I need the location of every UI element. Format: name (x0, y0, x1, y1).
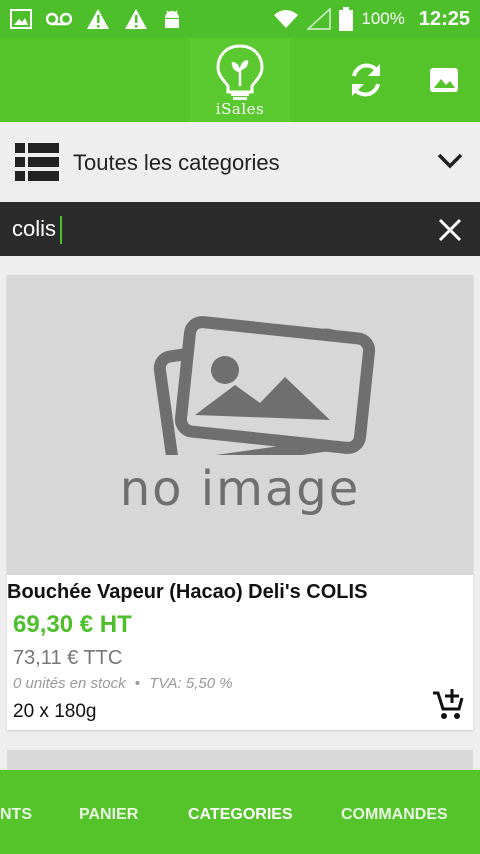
separator: • (134, 675, 141, 692)
app-logo: iSales (190, 38, 290, 122)
no-image-text: no image (119, 461, 361, 517)
refresh-button[interactable] (344, 58, 388, 102)
nav-item-commandes[interactable]: COMMANDES (341, 806, 448, 824)
product-image: no image (7, 275, 473, 575)
notification-icons (10, 8, 182, 30)
price-ttc: 73,11 € TTC (13, 647, 123, 669)
tva-info: TVA: 5,50 % (149, 675, 233, 692)
chevron-down-icon[interactable] (436, 152, 464, 170)
search-bar (0, 202, 480, 256)
text-cursor (60, 216, 62, 244)
battery-percentage: 100% (361, 9, 405, 28)
stock-info: 0 unités en stock • TVA: 5,50 % (13, 675, 233, 692)
bottom-nav: NTS PANIER CATEGORIES COMMANDES (0, 770, 480, 854)
signal-icon (307, 8, 332, 30)
status-bar: 100% 12:25 (0, 0, 480, 38)
list-icon (15, 143, 59, 181)
close-icon[interactable] (436, 216, 464, 244)
warning-icon (87, 9, 109, 29)
gallery-notification-icon (10, 9, 32, 29)
stock-count: 0 unités en stock (13, 675, 126, 692)
wifi-icon (274, 10, 299, 28)
category-label: Toutes les categories (73, 150, 280, 175)
image-button[interactable] (424, 60, 464, 100)
product-name: Bouchée Vapeur (Hacao) Deli's COLIS (7, 581, 368, 603)
product-card[interactable]: no image Bouchée Vapeur (Hacao) Deli's C… (7, 275, 473, 730)
search-input[interactable] (12, 212, 412, 246)
lightbulb-icon (216, 44, 264, 100)
battery-icon (339, 7, 354, 31)
system-icons: 100% 12:25 (273, 7, 470, 31)
app-bar: iSales (0, 38, 480, 122)
nav-item-clients[interactable]: NTS (0, 806, 32, 824)
add-to-cart-icon[interactable] (431, 687, 465, 721)
clock: 12:25 (418, 7, 470, 30)
warning-icon (125, 9, 147, 29)
voicemail-icon (46, 12, 72, 26)
nav-item-panier[interactable]: PANIER (79, 806, 138, 824)
category-selector[interactable]: Toutes les categories (0, 122, 480, 202)
price-ht: 69,30 € HT (13, 611, 132, 638)
nav-item-categories[interactable]: CATEGORIES (188, 806, 293, 824)
image-placeholder-icon (153, 316, 375, 455)
logo-text: iSales (215, 100, 265, 118)
pack-size: 20 x 180g (13, 701, 97, 722)
android-icon (165, 10, 179, 28)
